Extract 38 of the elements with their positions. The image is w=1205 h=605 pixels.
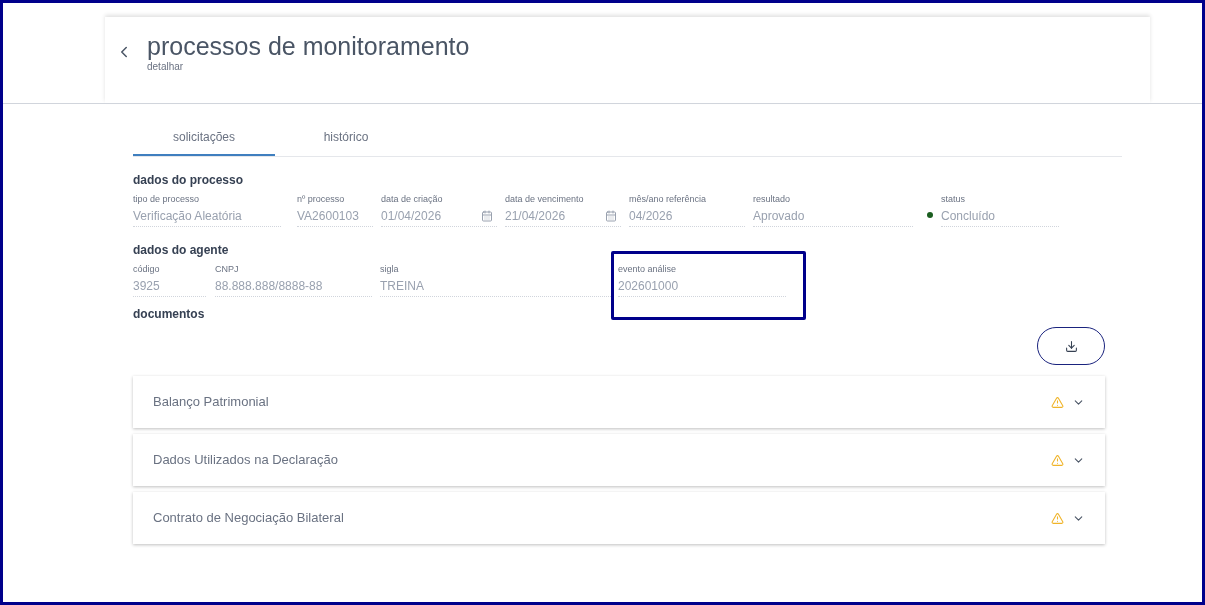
section-heading: documentos bbox=[133, 306, 206, 323]
field-value: TREINA bbox=[380, 275, 613, 297]
field-label: código bbox=[133, 263, 161, 275]
field-value: 01/04/2026 bbox=[381, 205, 497, 227]
page-subtitle: detalhar bbox=[147, 61, 185, 73]
field-label: nº processo bbox=[297, 193, 346, 205]
field-label: data de criação bbox=[381, 193, 444, 205]
field-value: 04/2026 bbox=[629, 205, 745, 227]
field-label: status bbox=[941, 193, 966, 205]
section-heading: dados do processo bbox=[133, 172, 245, 189]
field-value: 88.888.888/8888-88 bbox=[215, 275, 372, 297]
section-heading: dados do agente bbox=[133, 242, 230, 259]
field-value: 3925 bbox=[133, 275, 206, 297]
document-accordion[interactable]: Dados Utilizados na Declaração bbox=[133, 434, 1105, 486]
document-title: Balanço Patrimonial bbox=[153, 393, 270, 412]
field-label: data de vencimento bbox=[505, 193, 585, 205]
document-accordion[interactable]: Balanço Patrimonial bbox=[133, 376, 1105, 428]
calendar-icon[interactable] bbox=[605, 209, 617, 222]
field-value: Verificação Aleatória bbox=[133, 205, 281, 227]
calendar-icon[interactable] bbox=[481, 209, 493, 222]
field-label: mês/ano referência bbox=[629, 193, 708, 205]
download-icon bbox=[1064, 339, 1078, 353]
field-label: tipo de processo bbox=[133, 193, 201, 205]
document-accordion[interactable]: Contrato de Negociação Bilateral bbox=[133, 492, 1105, 544]
field-value: VA2600103 bbox=[297, 205, 373, 227]
field-value: 21/04/2026 bbox=[505, 205, 621, 227]
tab[interactable]: histórico bbox=[275, 120, 417, 156]
field-label: resultado bbox=[753, 193, 792, 205]
field-label: evento análise bbox=[618, 263, 678, 275]
field-label: sigla bbox=[380, 263, 400, 275]
field-value: 202601000 bbox=[618, 275, 786, 297]
field-label: CNPJ bbox=[215, 263, 240, 275]
document-title: Contrato de Negociação Bilateral bbox=[153, 509, 345, 528]
page-title: processos de monitoramento bbox=[147, 31, 470, 61]
tab[interactable]: solicitações bbox=[133, 120, 275, 156]
field-value: Aprovado bbox=[753, 205, 913, 227]
field-value: Concluído bbox=[941, 205, 1059, 227]
document-title: Dados Utilizados na Declaração bbox=[153, 451, 339, 470]
